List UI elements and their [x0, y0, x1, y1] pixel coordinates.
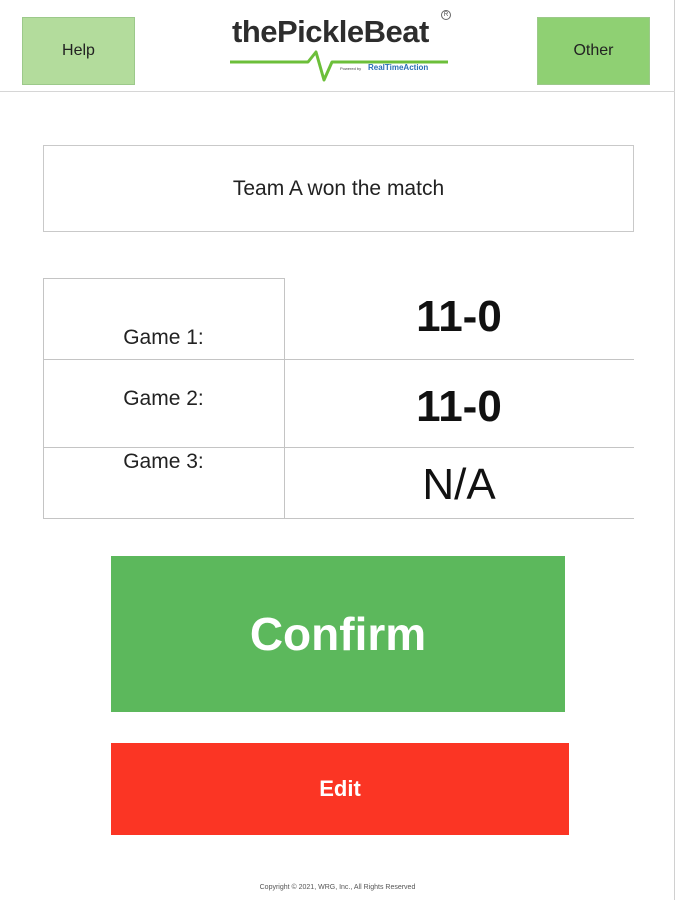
screen: Help thePickleBeat R Powered by RealTime…	[0, 0, 675, 900]
app-logo: thePickleBeat R Powered by RealTimeActio…	[228, 8, 452, 88]
edit-button[interactable]: Edit	[111, 743, 569, 835]
match-result-text: Team A won the match	[232, 176, 445, 200]
logo-wordmark: thePickleBeat	[232, 14, 429, 49]
help-button[interactable]: Help	[22, 17, 135, 85]
game-3-label: Game 3:	[123, 450, 204, 473]
other-button-label: Other	[573, 42, 614, 59]
game-2-label: Game 2:	[123, 387, 204, 410]
logo-powered-by: Powered by	[340, 66, 362, 71]
logo-brand: RealTimeAction	[368, 63, 429, 72]
registered-mark: R	[441, 10, 451, 20]
header-bar: Help thePickleBeat R Powered by RealTime…	[0, 0, 675, 92]
confirm-button-label: Confirm	[249, 608, 427, 660]
match-result: Team A won the match	[43, 145, 634, 232]
confirm-button[interactable]: Confirm	[111, 556, 565, 712]
copyright-footer: Copyright © 2021, WRG, Inc., All Rights …	[259, 884, 416, 891]
table-row-divider	[43, 359, 634, 360]
game-1-score: 11-0	[416, 292, 502, 341]
help-button-label: Help	[62, 42, 95, 59]
table-border-top	[43, 278, 284, 279]
game-1-label: Game 1:	[123, 326, 204, 349]
edit-button-label: Edit	[319, 776, 361, 801]
game-scores-table: Game 1: 11-0 Game 2: 11-0 Game 3: N/A	[43, 278, 634, 520]
other-button[interactable]: Other	[537, 17, 650, 85]
table-row-divider	[43, 447, 634, 448]
game-3-score: N/A	[422, 460, 496, 509]
table-border-bottom	[43, 518, 634, 519]
game-2-score: 11-0	[416, 382, 502, 431]
